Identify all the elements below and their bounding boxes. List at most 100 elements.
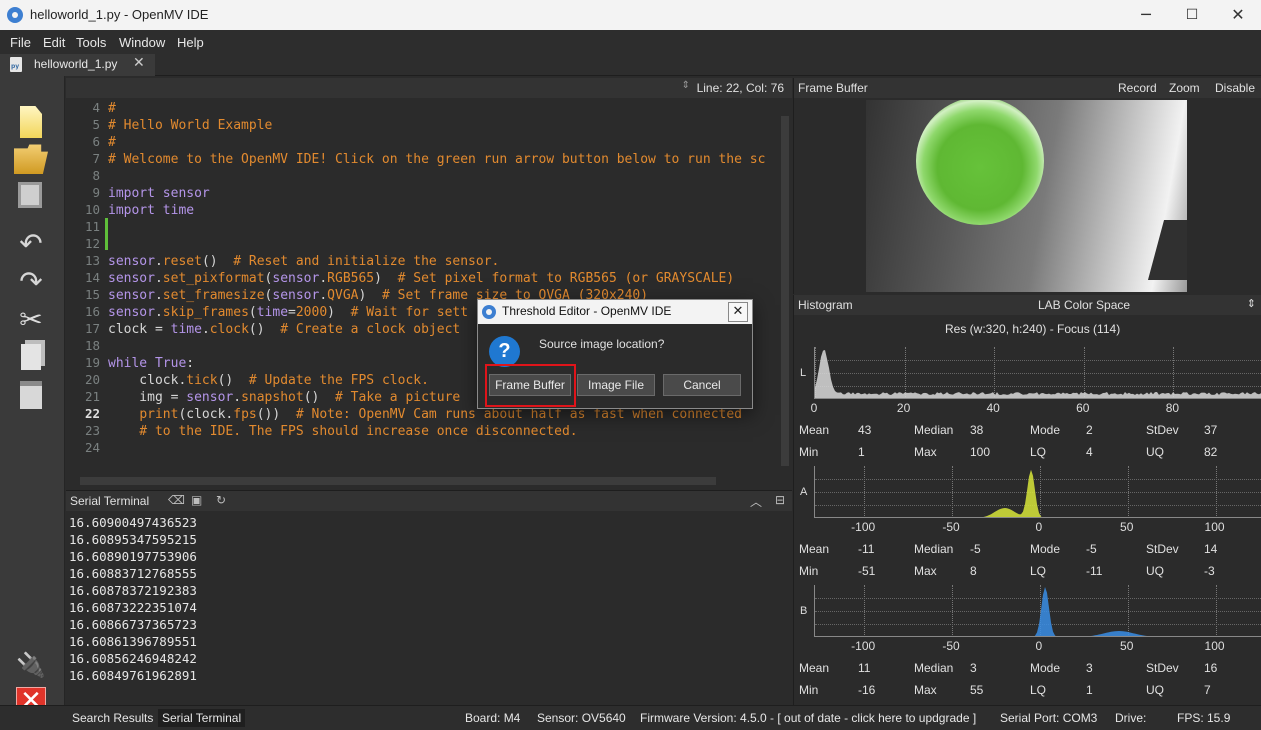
code-token: . xyxy=(155,288,163,303)
code-token: ()) xyxy=(257,407,296,422)
code-line[interactable]: import sensor xyxy=(108,185,210,202)
float-panel-icon[interactable]: ⊟ xyxy=(775,493,785,507)
code-line[interactable]: # Welcome to the OpenMV IDE! Click on th… xyxy=(108,151,765,168)
connect-icon[interactable]: 🔌 xyxy=(14,649,48,681)
code-line[interactable]: while True: xyxy=(108,355,194,372)
wrap-icon[interactable]: ↻ xyxy=(216,493,226,507)
scroll-thumb[interactable] xyxy=(781,116,789,466)
open-folder-icon[interactable] xyxy=(14,142,48,174)
editor-tab-bar: helloworld_1.py ✕ xyxy=(0,54,1261,76)
code-line[interactable]: sensor.set_pixformat(sensor.RGB565) # Se… xyxy=(108,270,734,287)
code-token: ) xyxy=(358,288,381,303)
firmware-upgrade-link[interactable]: Firmware Version: 4.5.0 - [ out of date … xyxy=(640,711,976,725)
menu-help[interactable]: Help xyxy=(177,35,204,50)
status-bar: Search Results Serial Terminal Board: M4… xyxy=(0,705,1261,730)
disable-button[interactable]: Disable xyxy=(1215,81,1255,95)
color-space-select[interactable]: LAB Color Space xyxy=(1038,298,1130,312)
code-line[interactable]: # xyxy=(108,100,116,117)
code-line[interactable]: img = sensor.snapshot() # Take a picture xyxy=(108,389,460,406)
code-line[interactable]: clock.tick() # Update the FPS clock. xyxy=(108,372,429,389)
new-file-icon[interactable] xyxy=(20,106,42,138)
python-file-icon xyxy=(10,57,22,72)
serial-line: 16.60849761962891 xyxy=(69,668,197,683)
menu-tools[interactable]: Tools xyxy=(76,35,106,50)
serial-line: 16.60878372192383 xyxy=(69,583,197,598)
code-token: . xyxy=(155,271,163,286)
undo-icon[interactable]: ↶ xyxy=(14,228,48,260)
save-terminal-icon[interactable]: ▣ xyxy=(191,493,202,507)
left-toolbar: ↶ ↷ ✂ 🔌 ✕ xyxy=(0,76,65,730)
stat-label-lq: LQ xyxy=(1030,445,1046,459)
menu-file[interactable]: File xyxy=(10,35,31,50)
stat-label-median: Median xyxy=(914,661,953,675)
line-number: 18 xyxy=(66,338,100,353)
code-token: sensor xyxy=(272,271,319,286)
code-line[interactable]: sensor.skip_frames(time=2000) # Wait for… xyxy=(108,304,468,321)
split-icon[interactable]: ⇕ xyxy=(682,80,690,91)
save-icon[interactable] xyxy=(18,182,42,208)
line-number: 12 xyxy=(66,236,100,251)
paste-icon[interactable] xyxy=(20,381,42,409)
code-line[interactable]: clock = time.clock() # Create a clock ob… xyxy=(108,321,460,338)
tab-close-icon[interactable]: ✕ xyxy=(133,55,145,71)
line-number: 10 xyxy=(66,202,100,217)
code-editor[interactable]: ⇕ Line: 22, Col: 76 4 5 6 7 8 9 10 11 12 13 14 15 16… xyxy=(66,78,792,488)
frame-buffer-title: Frame Buffer xyxy=(798,81,868,95)
code-line[interactable]: import time xyxy=(108,202,194,219)
camera-frame-image[interactable] xyxy=(866,100,1187,292)
code-token: ( xyxy=(249,305,257,320)
editor-horizontal-scrollbar[interactable] xyxy=(66,474,778,488)
histogram-tick-label: 0 xyxy=(811,401,818,415)
stat-value-max: 8 xyxy=(970,564,977,578)
copy-icon[interactable] xyxy=(21,344,41,370)
stat-value-median: 38 xyxy=(970,423,983,437)
menu-edit[interactable]: Edit xyxy=(43,35,65,50)
code-token: # Hello World Example xyxy=(108,118,272,133)
close-window-button[interactable]: ✕ xyxy=(1215,0,1261,30)
code-line[interactable]: # Hello World Example xyxy=(108,117,272,134)
minimize-button[interactable]: ─ xyxy=(1123,0,1169,30)
histogram-area xyxy=(815,470,1261,518)
zoom-button[interactable]: Zoom xyxy=(1169,81,1200,95)
maximize-button[interactable]: ☐ xyxy=(1169,0,1215,30)
dialog-close-button[interactable]: ✕ xyxy=(728,302,748,322)
code-line[interactable]: # to the IDE. The FPS should increase on… xyxy=(108,423,578,440)
scroll-thumb[interactable] xyxy=(80,477,716,485)
tab-helloworld[interactable]: helloworld_1.py ✕ xyxy=(0,54,155,76)
title-bar: helloworld_1.py - OpenMV IDE ─ ☐ ✕ xyxy=(0,0,1261,30)
image-file-button[interactable]: Image File xyxy=(577,374,655,396)
editor-vertical-scrollbar[interactable] xyxy=(778,100,792,476)
histogram-header: Histogram LAB Color Space ⇕ xyxy=(794,295,1261,315)
clear-terminal-icon[interactable]: ⌫ xyxy=(168,493,185,507)
histogram-plot xyxy=(814,466,1261,518)
stat-value-max: 55 xyxy=(970,683,983,697)
code-token: . xyxy=(155,305,163,320)
menu-window[interactable]: Window xyxy=(119,35,165,50)
cut-icon[interactable]: ✂ xyxy=(14,304,48,336)
code-token: # Set pixel format to RGB565 (or GRAYSCA… xyxy=(398,271,735,286)
search-results-tab[interactable]: Search Results xyxy=(72,711,153,725)
code-line[interactable]: # xyxy=(108,134,116,151)
code-token: set_pixformat xyxy=(163,271,265,286)
fps-label: FPS: 15.9 xyxy=(1177,711,1230,725)
code-token: . xyxy=(155,254,163,269)
code-token: # Update the FPS clock. xyxy=(249,373,429,388)
code-token xyxy=(108,407,139,422)
code-line[interactable]: sensor.reset() # Reset and initialize th… xyxy=(108,253,499,270)
stat-value-mean: 43 xyxy=(858,423,871,437)
select-arrow-icon[interactable]: ⇕ xyxy=(1247,297,1256,310)
cancel-button[interactable]: Cancel xyxy=(663,374,741,396)
stat-label-min: Min xyxy=(799,564,818,578)
record-button[interactable]: Record xyxy=(1118,81,1157,95)
collapse-icon[interactable]: ︿ xyxy=(750,493,762,510)
line-number: 6 xyxy=(66,134,100,149)
drive-label[interactable]: Drive: xyxy=(1115,711,1146,725)
histogram-axis-label: B xyxy=(800,605,807,617)
line-number: 20 xyxy=(66,372,100,387)
serial-terminal-tab[interactable]: Serial Terminal xyxy=(158,709,245,727)
stat-value-mean: -11 xyxy=(858,542,874,556)
green-bottle-cap xyxy=(916,100,1044,225)
code-area[interactable]: # # Hello World Example # # Welcome to the … xyxy=(108,100,778,476)
line-number: 14 xyxy=(66,270,100,285)
redo-icon[interactable]: ↷ xyxy=(14,266,48,298)
